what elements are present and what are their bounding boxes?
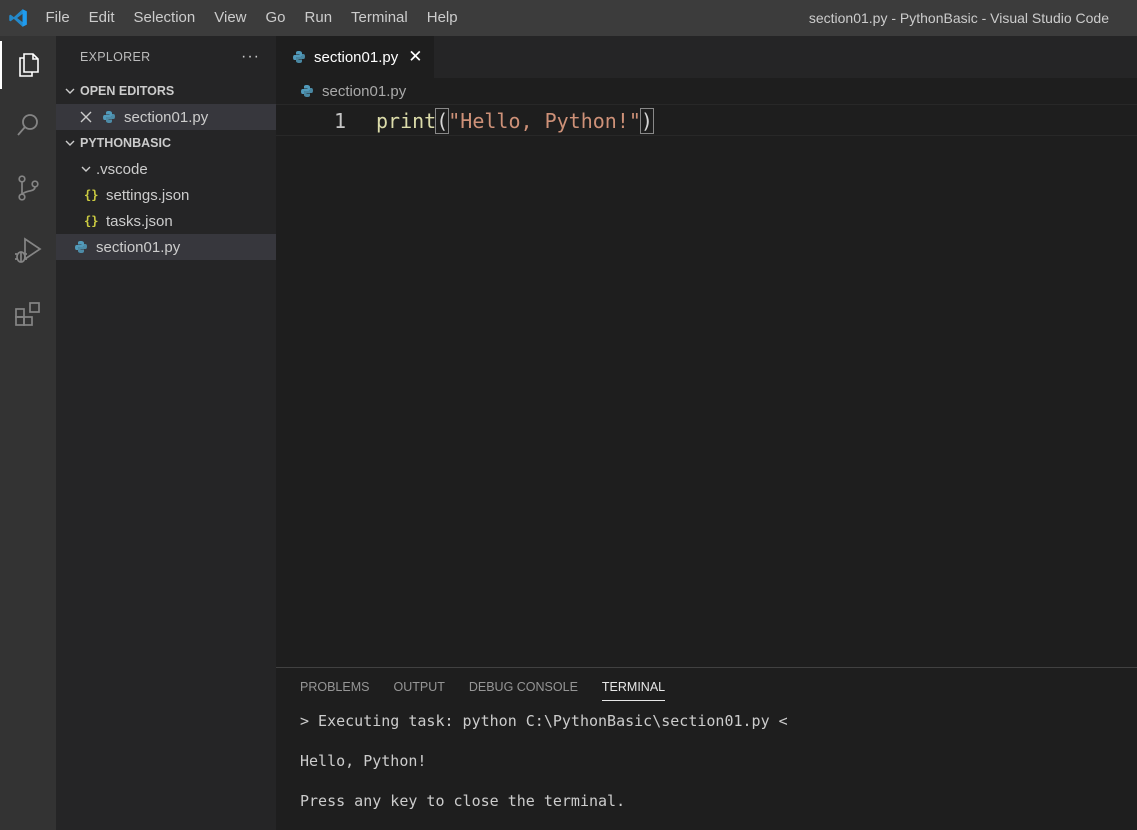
menu-go[interactable]: Go (256, 0, 295, 36)
sidebar-title: EXPLORER (80, 50, 151, 64)
chevron-down-icon (76, 163, 96, 175)
folder-name: .vscode (96, 160, 148, 178)
tab-debug-console[interactable]: DEBUG CONSOLE (469, 680, 578, 701)
tree-file-section01[interactable]: section01.py (56, 234, 276, 260)
tab-output[interactable]: OUTPUT (393, 680, 444, 701)
chevron-down-icon (60, 85, 80, 97)
explorer-sidebar: EXPLORER ··· OPEN EDITORS section01.py P… (56, 36, 276, 830)
menu-bar: File Edit Selection View Go Run Terminal… (36, 0, 467, 36)
tab-problems[interactable]: PROBLEMS (300, 680, 369, 701)
activity-bar (0, 36, 56, 830)
tab-terminal[interactable]: TERMINAL (601, 680, 666, 701)
terminal-line: Hello, Python! (300, 752, 427, 770)
code-function: print (376, 109, 437, 133)
terminal-line: Press any key to close the terminal. (300, 792, 626, 810)
bottom-panel: PROBLEMS OUTPUT DEBUG CONSOLE TERMINAL >… (276, 667, 1137, 830)
file-name: tasks.json (106, 212, 173, 230)
file-name: settings.json (106, 186, 190, 204)
chevron-down-icon (60, 137, 80, 149)
line-number: 1 (333, 109, 346, 133)
menu-view[interactable]: View (205, 0, 256, 36)
open-editors-header[interactable]: OPEN EDITORS (56, 78, 276, 104)
file-name: section01.py (96, 238, 181, 256)
code-text[interactable]: print("Hello, Python!") (376, 106, 654, 136)
folder-label: PYTHONBASIC (80, 136, 171, 150)
source-control-icon[interactable] (0, 164, 56, 212)
sidebar-header: EXPLORER ··· (56, 36, 276, 78)
extensions-icon[interactable] (0, 290, 56, 338)
title-bar: File Edit Selection View Go Run Terminal… (0, 0, 1137, 36)
menu-selection[interactable]: Selection (124, 0, 205, 36)
menu-file[interactable]: File (36, 0, 79, 36)
close-icon[interactable]: ✕ (408, 47, 422, 67)
python-file-icon (300, 84, 314, 98)
breadcrumb[interactable]: section01.py (276, 78, 406, 104)
open-editors-label: OPEN EDITORS (80, 84, 175, 98)
tab-section01[interactable]: section01.py ✕ (276, 36, 434, 78)
breadcrumb-file: section01.py (322, 82, 407, 100)
code-editor[interactable]: 1 print("Hello, Python!") (276, 104, 1137, 667)
tree-folder-vscode[interactable]: .vscode (56, 156, 276, 182)
editor-tab-bar: section01.py ✕ (276, 36, 1137, 78)
folder-header[interactable]: PYTHONBASIC (56, 130, 276, 156)
terminal-line: > Executing task: python C:\PythonBasic\… (300, 712, 788, 730)
menu-edit[interactable]: Edit (79, 0, 124, 36)
close-icon[interactable] (80, 111, 94, 123)
vscode-logo-icon (0, 0, 36, 36)
json-file-icon: {} (84, 214, 99, 228)
code-paren-open: ( (435, 108, 450, 134)
panel-tabs: PROBLEMS OUTPUT DEBUG CONSOLE TERMINAL (300, 680, 689, 701)
menu-run[interactable]: Run (295, 0, 342, 36)
open-editor-item[interactable]: section01.py (56, 104, 276, 130)
tree-file-tasks[interactable]: {} tasks.json (56, 208, 276, 234)
python-file-icon (102, 110, 116, 124)
code-string: "Hello, Python!" (448, 109, 641, 133)
tree-file-settings[interactable]: {} settings.json (56, 182, 276, 208)
menu-terminal[interactable]: Terminal (342, 0, 418, 36)
open-editor-filename: section01.py (124, 108, 209, 126)
run-debug-icon[interactable] (0, 226, 56, 274)
window-title: section01.py - PythonBasic - Visual Stud… (808, 10, 1109, 26)
code-line[interactable]: 1 print("Hello, Python!") (276, 104, 1137, 136)
code-paren-close: ) (639, 108, 654, 134)
python-file-icon (292, 50, 306, 64)
more-actions-icon[interactable]: ··· (241, 48, 260, 66)
menu-help[interactable]: Help (417, 0, 467, 36)
json-file-icon: {} (84, 188, 99, 202)
search-icon[interactable] (0, 101, 56, 149)
explorer-icon[interactable] (0, 41, 56, 89)
tab-label: section01.py (314, 48, 399, 66)
python-file-icon (74, 240, 88, 254)
